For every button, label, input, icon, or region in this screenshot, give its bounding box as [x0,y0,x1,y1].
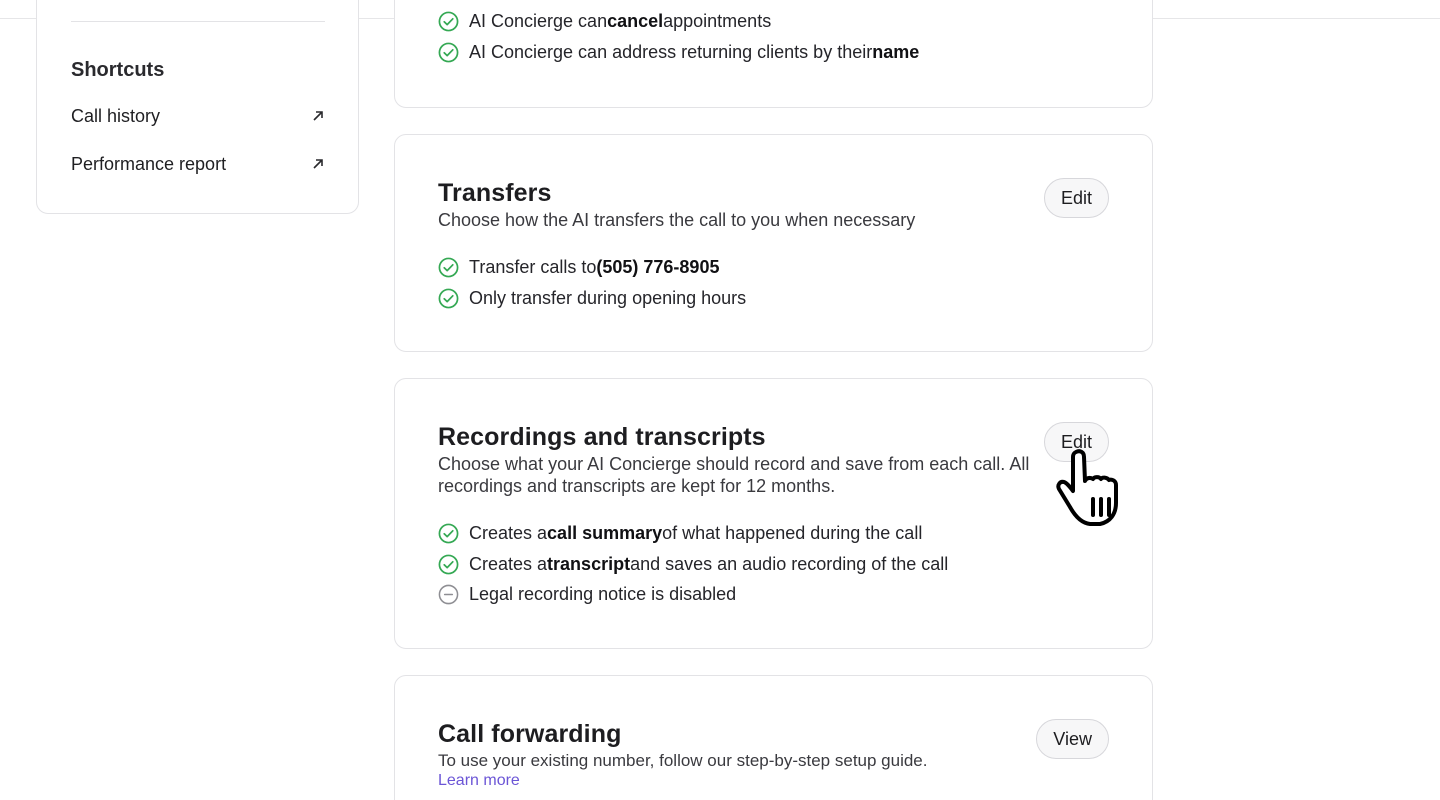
transfers-card: Transfers Choose how the AI transfers th… [394,134,1153,352]
shortcut-label: Performance report [71,153,227,174]
check-circle-icon [438,288,459,309]
shortcut-label: Call history [71,105,161,126]
feature-text-pre: Legal recording notice is disabled [469,584,737,604]
learn-more-link[interactable]: Learn more [438,772,520,790]
recordings-title: Recordings and transcripts [438,423,766,451]
feature-text-post: of what happened during the call [662,523,923,543]
feature-legal-notice: Legal recording notice is disabled [438,584,736,605]
feature-text-post: appointments [663,11,772,31]
feature-call-summary: Creates a call summary of what happened … [438,523,922,544]
feature-text-bold: call summary [547,523,663,543]
feature-text-bold: name [872,42,920,62]
feature-text-pre: Transfer calls to [469,257,597,277]
check-circle-icon [438,42,459,63]
feature-text-pre: Creates a [469,523,548,543]
feature-text-pre: AI Concierge can address returning clien… [469,42,873,62]
recordings-description-line2: recordings and transcripts are kept for … [438,476,836,496]
feature-text-pre: Creates a [469,554,548,574]
feature-transfer-number: Transfer calls to (505) 776-8905 [438,257,719,278]
concierge-features-card: AI Concierge can cancel appointments AI … [394,0,1153,108]
forwarding-description: To use your existing number, follow our … [438,751,928,770]
feature-text-post: and saves an audio recording of the call [630,554,949,574]
forwarding-title: Call forwarding [438,720,622,748]
check-circle-icon [438,11,459,32]
shortcuts-title: Shortcuts [71,59,165,81]
feature-opening-hours: Only transfer during opening hours [438,288,746,309]
check-circle-icon [438,523,459,544]
minus-circle-icon [438,584,459,605]
check-circle-icon [438,257,459,278]
recordings-description-line1: Choose what your AI Concierge should rec… [438,454,1030,474]
feature-text-pre: Only transfer during opening hours [469,288,747,308]
external-link-icon [313,159,323,169]
recordings-edit-button[interactable]: Edit [1043,422,1109,462]
transfer-phone-number: (505) 776-8905 [596,257,720,277]
check-circle-icon [438,554,459,575]
call-forwarding-card: Call forwarding To use your existing num… [394,675,1153,800]
shortcut-call-history[interactable]: Call history [71,101,325,131]
transfers-edit-button[interactable]: Edit [1043,178,1109,218]
feature-address-by-name: AI Concierge can address returning clien… [438,42,919,63]
divider [71,21,325,22]
feature-cancel-appointments: AI Concierge can cancel appointments [438,11,771,32]
feature-text-bold: cancel [607,11,664,31]
forwarding-view-button[interactable]: View [1036,719,1109,759]
feature-transcript: Creates a transcript and saves an audio … [438,554,948,575]
shortcut-performance-report[interactable]: Performance report [71,149,325,179]
feature-text-bold: transcript [547,554,631,574]
feature-text-pre: AI Concierge can [469,11,608,31]
shortcuts-panel: Shortcuts Call history Performance repor… [36,0,359,214]
recordings-card: Recordings and transcripts Choose what y… [394,378,1153,649]
transfers-title: Transfers [438,179,552,207]
external-link-icon [313,111,323,121]
transfers-description: Choose how the AI transfers the call to … [438,210,916,230]
